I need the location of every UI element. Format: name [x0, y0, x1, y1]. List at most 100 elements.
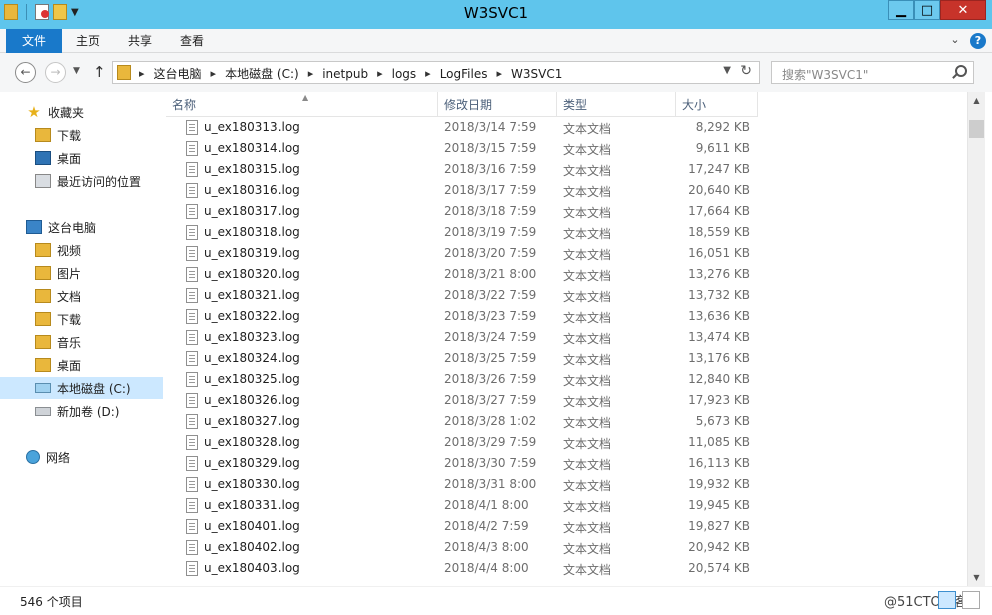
column-type[interactable]: 类型 [557, 92, 676, 117]
file-date: 2018/3/21 8:00 [444, 267, 537, 281]
log-file-icon [186, 309, 198, 324]
tab-home[interactable]: 主页 [66, 29, 110, 53]
nav-item-music[interactable]: 音乐 [0, 331, 163, 353]
table-row[interactable]: u_ex180317.log 2018/3/18 7:59 文本文档 17,664 K… [166, 201, 758, 222]
scroll-down-icon[interactable]: ▼ [968, 569, 985, 586]
breadcrumb-item[interactable]: 这台电脑 [154, 65, 202, 82]
nav-network[interactable]: 网络 [0, 446, 163, 468]
window-title: W3SVC1 [463, 4, 529, 22]
nav-this-pc[interactable]: 这台电脑 [0, 216, 163, 238]
large-icons-view-icon[interactable] [962, 591, 980, 609]
breadcrumb-item[interactable]: inetpub [322, 67, 368, 81]
file-type: 文本文档 [563, 395, 612, 409]
file-size: 18,559 KB [688, 225, 750, 239]
table-row[interactable]: u_ex180324.log 2018/3/25 7:59 文本文档 13,176 K… [166, 348, 758, 369]
tab-file[interactable]: 文件 [6, 29, 62, 53]
breadcrumb-item[interactable]: W3SVC1 [511, 67, 562, 81]
chevron-right-icon[interactable]: ▸ [425, 67, 431, 80]
nav-item-drive-d[interactable]: 新加卷 (D:) [0, 400, 163, 422]
nav-label: 最近访问的位置 [57, 174, 142, 189]
help-icon[interactable]: ? [970, 33, 986, 49]
table-row[interactable]: u_ex180402.log 2018/4/3 8:00 文本文档 20,942 KB [166, 537, 758, 558]
nav-item-desktop[interactable]: 桌面 [0, 147, 163, 169]
table-row[interactable]: u_ex180321.log 2018/3/22 7:59 文本文档 13,732 K… [166, 285, 758, 306]
nav-item-pictures[interactable]: 图片 [0, 262, 163, 284]
maximize-button[interactable]: □ [914, 0, 940, 20]
file-name: u_ex180318.log [204, 225, 300, 239]
table-row[interactable]: u_ex180331.log 2018/4/1 8:00 文本文档 19,945 KB [166, 495, 758, 516]
tab-share[interactable]: 共享 [118, 29, 162, 53]
nav-item-desktop-pc[interactable]: 桌面 [0, 354, 163, 376]
table-row[interactable]: u_ex180320.log 2018/3/21 8:00 文本文档 13,276 K… [166, 264, 758, 285]
nav-item-videos[interactable]: 视频 [0, 239, 163, 261]
log-file-icon [186, 183, 198, 198]
column-date[interactable]: 修改日期 [438, 92, 557, 117]
file-name: u_ex180403.log [204, 561, 300, 575]
file-date: 2018/3/20 7:59 [444, 246, 537, 260]
status-bar: 546 个项目 @51CTO博客 [0, 586, 992, 615]
tab-view[interactable]: 查看 [170, 29, 214, 53]
chevron-right-icon[interactable]: ▸ [377, 67, 383, 80]
forward-button[interactable]: → [45, 62, 66, 83]
file-name: u_ex180401.log [204, 519, 300, 533]
details-view-icon[interactable] [938, 591, 956, 609]
refresh-icon[interactable]: ↻ [740, 63, 752, 79]
scroll-up-icon[interactable]: ▲ [968, 92, 985, 109]
documents-folder-icon [35, 289, 51, 303]
expand-ribbon-icon[interactable]: ⌄ [948, 33, 962, 47]
file-date: 2018/3/15 7:59 [444, 141, 537, 155]
table-row[interactable]: u_ex180314.log 2018/3/15 7:59 文本文档 9,611 KB [166, 138, 758, 159]
chevron-right-icon[interactable]: ▸ [211, 67, 217, 80]
file-date: 2018/3/23 7:59 [444, 309, 537, 323]
ribbon: 文件 主页 共享 查看 ⌄ ? [0, 29, 992, 53]
nav-favorites[interactable]: ★ 收藏夹 [0, 101, 163, 123]
address-bar[interactable]: ▸ 这台电脑 ▸ 本地磁盘 (C:) ▸ inetpub ▸ logs ▸ Lo… [112, 61, 760, 84]
vertical-scrollbar[interactable]: ▲ ▼ [967, 92, 985, 586]
table-row[interactable]: u_ex180326.log 2018/3/27 7:59 文本文档 17,923 K… [166, 390, 758, 411]
sort-ascending-icon: ▲ [302, 93, 309, 102]
file-type: 文本文档 [563, 227, 612, 241]
recent-locations-icon[interactable]: ▼ [73, 66, 80, 76]
nav-item-downloads[interactable]: 下载 [0, 124, 163, 146]
file-type: 文本文档 [563, 164, 612, 178]
table-row[interactable]: u_ex180325.log 2018/3/26 7:59 文本文档 12,840 K… [166, 369, 758, 390]
table-row[interactable]: u_ex180328.log 2018/3/29 7:59 文本文档 11,085 K… [166, 432, 758, 453]
back-button[interactable]: ← [15, 62, 36, 83]
search-input[interactable]: 搜索"W3SVC1" [771, 61, 974, 84]
chevron-right-icon[interactable]: ▸ [139, 67, 145, 80]
column-size[interactable]: 大小 [676, 92, 758, 117]
column-name[interactable]: ▲ 名称 [166, 92, 438, 117]
breadcrumb-item[interactable]: 本地磁盘 (C:) [225, 65, 299, 82]
breadcrumb-item[interactable]: LogFiles [440, 67, 488, 81]
nav-item-drive-c[interactable]: 本地磁盘 (C:) [0, 377, 163, 399]
breadcrumb-item[interactable]: logs [392, 67, 417, 81]
table-row[interactable]: u_ex180403.log 2018/4/4 8:00 文本文档 20,574 KB [166, 558, 758, 579]
table-row[interactable]: u_ex180315.log 2018/3/16 7:59 文本文档 17,247 K… [166, 159, 758, 180]
table-row[interactable]: u_ex180316.log 2018/3/17 7:59 文本文档 20,640 K… [166, 180, 758, 201]
file-type: 文本文档 [563, 248, 612, 262]
file-size: 13,636 KB [688, 309, 750, 323]
table-row[interactable]: u_ex180313.log 2018/3/14 7:59 文本文档 8,292 KB [166, 117, 758, 138]
chevron-down-icon[interactable]: ▼ [723, 65, 731, 76]
nav-item-downloads-pc[interactable]: 下载 [0, 308, 163, 330]
table-row[interactable]: u_ex180329.log 2018/3/30 7:59 文本文档 16,113 K… [166, 453, 758, 474]
chevron-right-icon[interactable]: ▸ [496, 67, 502, 80]
nav-item-recent[interactable]: 最近访问的位置 [0, 170, 163, 192]
log-file-icon [186, 456, 198, 471]
minimize-button[interactable]: ▁ [888, 0, 914, 20]
chevron-right-icon[interactable]: ▸ [308, 67, 314, 80]
table-row[interactable]: u_ex180322.log 2018/3/23 7:59 文本文档 13,636 K… [166, 306, 758, 327]
file-size: 12,840 KB [688, 372, 750, 386]
table-row[interactable]: u_ex180323.log 2018/3/24 7:59 文本文档 13,474 K… [166, 327, 758, 348]
file-type: 文本文档 [563, 353, 612, 367]
scroll-thumb[interactable] [969, 120, 984, 138]
search-icon[interactable] [955, 65, 967, 77]
nav-item-documents[interactable]: 文档 [0, 285, 163, 307]
table-row[interactable]: u_ex180318.log 2018/3/19 7:59 文本文档 18,559 K… [166, 222, 758, 243]
table-row[interactable]: u_ex180330.log 2018/3/31 8:00 文本文档 19,932 K… [166, 474, 758, 495]
table-row[interactable]: u_ex180401.log 2018/4/2 7:59 文本文档 19,827 KB [166, 516, 758, 537]
up-button[interactable]: ↑ [93, 63, 106, 81]
table-row[interactable]: u_ex180319.log 2018/3/20 7:59 文本文档 16,051 K… [166, 243, 758, 264]
close-button[interactable]: ✕ [940, 0, 986, 20]
table-row[interactable]: u_ex180327.log 2018/3/28 1:02 文本文档 5,673 KB [166, 411, 758, 432]
